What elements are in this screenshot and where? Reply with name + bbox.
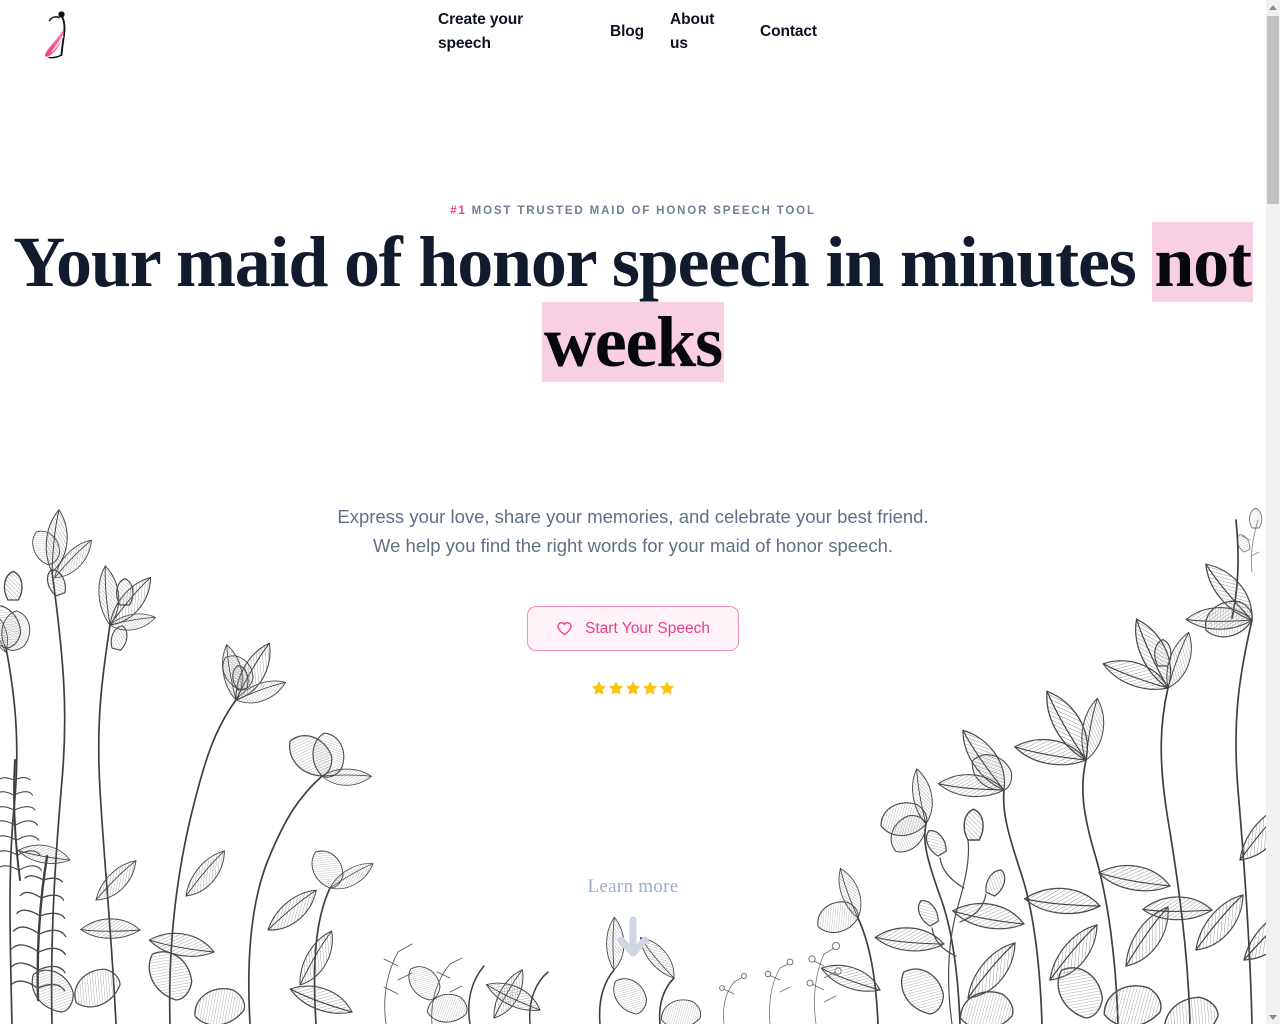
nav-blog[interactable]: Blog	[610, 20, 670, 44]
nav-create-your-speech[interactable]: Create your speech	[438, 8, 538, 56]
cta-label: Start Your Speech	[585, 619, 710, 637]
bride-gown-logo-icon	[45, 11, 66, 59]
start-your-speech-button[interactable]: Start Your Speech	[527, 606, 739, 651]
learn-more-scroll-cue[interactable]: Learn more	[0, 876, 1266, 965]
heart-icon	[557, 622, 572, 636]
subtitle-line-1: Express your love, share your memories, …	[337, 506, 929, 527]
scrollbar-thumb[interactable]	[1267, 16, 1279, 204]
star-icon	[625, 681, 641, 695]
star-icon	[591, 681, 607, 695]
eyebrow-rank-badge: #1	[450, 205, 467, 217]
star-icon	[659, 681, 675, 695]
star-icon	[642, 681, 658, 695]
vertical-scrollbar[interactable]	[1266, 0, 1280, 1024]
nav-contact[interactable]: Contact	[760, 20, 850, 44]
hero-subtitle: Express your love, share your memories, …	[0, 503, 1266, 560]
headline-plain: Your maid of honor speech in minutes	[13, 222, 1153, 302]
star-icon	[608, 681, 624, 695]
nav-about-us[interactable]: About us	[670, 8, 725, 56]
hero-eyebrow: #1 MOST TRUSTED MAID OF HONOR SPEECH TOO…	[0, 205, 1266, 217]
learn-more-label: Learn more	[587, 876, 679, 897]
eyebrow-text: MOST TRUSTED MAID OF HONOR SPEECH TOOL	[471, 205, 816, 217]
hero-section: #1 MOST TRUSTED MAID OF HONOR SPEECH TOO…	[0, 0, 1266, 1024]
subtitle-line-2: We help you find the right words for you…	[373, 534, 893, 556]
cta-container: Start Your Speech	[0, 606, 1266, 651]
main-navigation: Create your speech Blog About us Contact	[438, 8, 858, 58]
page-title: Your maid of honor speech in minutes not…	[0, 222, 1266, 382]
star-rating	[0, 680, 1266, 696]
scroll-up-arrow-icon[interactable]	[1266, 0, 1280, 14]
arrow-down-icon	[617, 916, 649, 957]
site-logo[interactable]	[38, 8, 78, 60]
page-root: Create your speech Blog About us Contact…	[0, 0, 1280, 1024]
site-header: Create your speech Blog About us Contact	[0, 0, 1266, 66]
scroll-down-arrow-icon[interactable]	[1266, 1010, 1280, 1024]
